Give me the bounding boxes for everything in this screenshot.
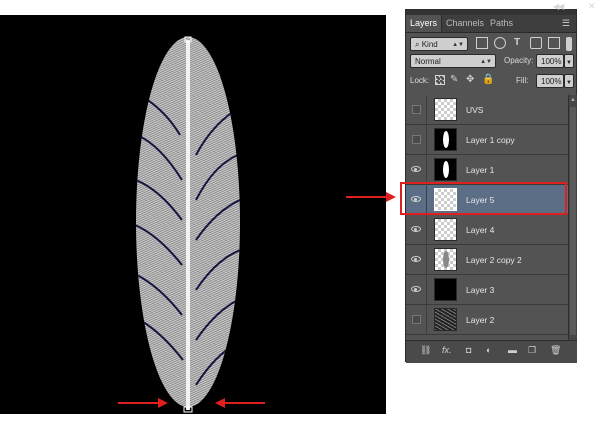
layer-thumbnail xyxy=(434,158,457,181)
layer-name: UVS xyxy=(466,105,484,115)
fill-input[interactable]: 100% xyxy=(536,74,564,88)
tab-channels[interactable]: Channels xyxy=(442,15,488,32)
filter-kind-label: Kind xyxy=(421,40,438,49)
layer-name: Layer 1 copy xyxy=(466,135,515,145)
opacity-input[interactable]: 100% xyxy=(536,54,564,68)
layer-name: Layer 4 xyxy=(466,225,495,235)
layer-row-layer-3[interactable]: Layer 3 xyxy=(406,275,568,305)
scroll-thumb[interactable] xyxy=(570,107,576,335)
panel-menu-icon[interactable]: ☰ xyxy=(562,18,570,29)
filter-toggle[interactable] xyxy=(566,37,572,51)
visibility-toggle-off[interactable] xyxy=(412,135,421,144)
lock-image-icon[interactable]: ✎ xyxy=(450,74,458,85)
panel-tabs: Layers Channels Paths ☰ xyxy=(406,15,576,33)
new-layer-icon[interactable]: ❐ xyxy=(528,345,536,356)
layer-list: UVS Layer 1 copy Layer 1 Layer 5 Layer 4 xyxy=(406,95,568,349)
eye-icon[interactable] xyxy=(411,286,421,292)
collapse-panel-icon[interactable]: ◀◀ xyxy=(553,2,578,11)
layer-thumbnail xyxy=(434,248,457,271)
chevron-down-icon: ▲▼ xyxy=(480,59,492,65)
visibility-toggle-off[interactable] xyxy=(412,315,421,324)
eye-icon[interactable] xyxy=(411,256,421,262)
lock-all-icon[interactable]: 🔒 xyxy=(482,74,494,85)
close-icon[interactable]: ✕ xyxy=(588,1,596,12)
opacity-dropdown[interactable]: ▼ xyxy=(564,54,574,68)
blend-mode-select[interactable]: Normal ▲▼ xyxy=(410,54,496,68)
lock-position-icon[interactable]: ✥ xyxy=(466,74,474,85)
layer-row-layer-2[interactable]: Layer 2 xyxy=(406,305,568,335)
link-icon[interactable]: ⛓ xyxy=(420,345,431,356)
chevron-down-icon: ▲▼ xyxy=(452,42,464,48)
layer-name: Layer 2 copy 2 xyxy=(466,255,522,265)
layer-name: Layer 1 xyxy=(466,165,495,175)
layer-thumbnail xyxy=(434,308,457,331)
filter-row: ⌕ Kind ▲▼ T xyxy=(410,37,574,51)
eye-icon[interactable] xyxy=(411,226,421,232)
fill-dropdown[interactable]: ▼ xyxy=(564,74,574,88)
scroll-up-icon[interactable]: ▲ xyxy=(570,97,576,103)
adjustment-icon[interactable]: ◐ xyxy=(486,345,491,355)
panel-bottom-bar: ⛓ fx. ◘ ◐ ▬ ❐ 🗑 xyxy=(406,340,577,363)
layer-row-layer-1[interactable]: Layer 1 xyxy=(406,155,568,185)
visibility-toggle-off[interactable] xyxy=(412,105,421,114)
blend-mode-value: Normal xyxy=(415,57,441,66)
layer-row-uvs[interactable]: UVS xyxy=(406,95,568,125)
layer-row-layer-2-copy-2[interactable]: Layer 2 copy 2 xyxy=(406,245,568,275)
layer-name: Layer 2 xyxy=(466,315,495,325)
layer-thumbnail xyxy=(434,218,457,241)
trash-icon[interactable]: 🗑 xyxy=(550,345,561,356)
annotation-highlight-box xyxy=(400,182,567,215)
feather-shaft xyxy=(186,40,190,410)
document-canvas[interactable] xyxy=(0,15,386,414)
filter-pixel-icon[interactable] xyxy=(476,37,488,49)
eye-icon[interactable] xyxy=(411,166,421,172)
lock-label: Lock: xyxy=(410,76,430,85)
layer-thumbnail xyxy=(434,128,457,151)
filter-adjustment-icon[interactable] xyxy=(494,37,506,49)
folder-icon[interactable]: ▬ xyxy=(508,345,517,355)
mask-icon[interactable]: ◘ xyxy=(466,345,471,355)
layer-row-layer-1-copy[interactable]: Layer 1 copy xyxy=(406,125,568,155)
tab-layers[interactable]: Layers xyxy=(406,15,443,32)
layer-row-layer-4[interactable]: Layer 4 xyxy=(406,215,568,245)
search-icon: ⌕ xyxy=(415,40,422,49)
layer-list-scrollbar[interactable]: ▲ ▼ xyxy=(568,95,577,349)
fx-icon[interactable]: fx. xyxy=(442,345,452,355)
filter-kind-select[interactable]: ⌕ Kind ▲▼ xyxy=(410,37,468,51)
fill-label: Fill: xyxy=(516,76,529,85)
filter-shape-icon[interactable] xyxy=(530,37,542,49)
layer-thumbnail xyxy=(434,98,457,121)
lock-row: Lock: ✎ ✥ 🔒 Fill: 100% ▼ xyxy=(410,74,574,88)
filter-smart-object-icon[interactable] xyxy=(548,37,560,49)
feather-artwork xyxy=(136,36,240,413)
annotation-arrow-right xyxy=(215,398,265,408)
tab-paths[interactable]: Paths xyxy=(486,15,517,32)
opacity-label: Opacity: xyxy=(504,56,534,65)
annotation-arrow-left xyxy=(118,398,168,408)
lock-transparent-icon[interactable] xyxy=(435,75,445,85)
annotation-arrow-layer xyxy=(346,192,396,202)
layer-thumbnail xyxy=(434,278,457,301)
layer-name: Layer 3 xyxy=(466,285,495,295)
blend-row: Normal ▲▼ Opacity: 100% ▼ xyxy=(410,54,574,68)
filter-type-icon[interactable]: T xyxy=(514,37,520,48)
